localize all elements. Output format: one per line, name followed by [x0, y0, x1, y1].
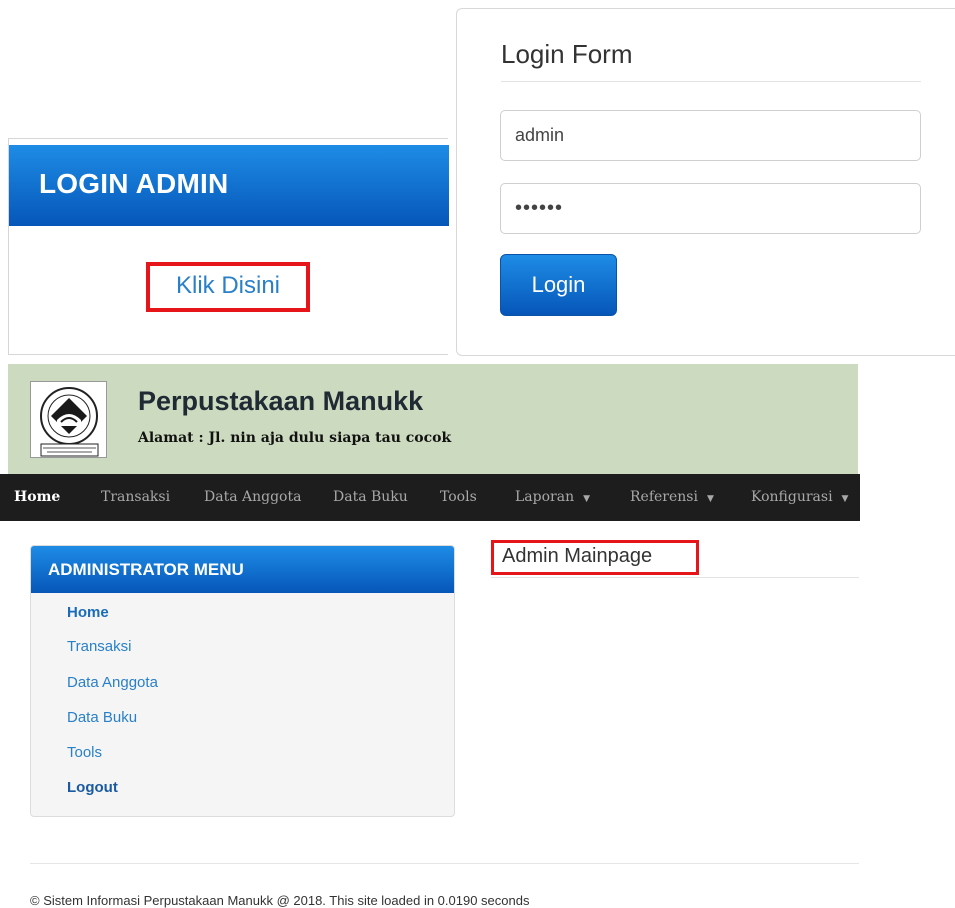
- nav-label: Tools: [440, 489, 477, 505]
- nav-label: Konfigurasi: [751, 489, 833, 505]
- nav-label: Referensi: [630, 489, 698, 505]
- nav-item-home[interactable]: Home: [14, 474, 60, 521]
- menu-item-logout[interactable]: Logout: [67, 779, 118, 796]
- caret-down-icon: ▼: [841, 494, 849, 504]
- nav-item-tools[interactable]: Tools: [440, 474, 477, 521]
- menu-item-data-anggota[interactable]: Data Anggota: [67, 674, 158, 691]
- caret-down-icon: ▼: [583, 494, 591, 504]
- administrator-menu-heading: ADMINISTRATOR MENU: [31, 546, 454, 593]
- password-input[interactable]: [500, 183, 921, 234]
- nav-item-transaksi[interactable]: Transaksi: [101, 474, 170, 521]
- nav-label: Data Anggota: [204, 489, 302, 505]
- nav-label: Data Buku: [333, 489, 408, 505]
- nav-item-laporan[interactable]: Laporan ▼: [515, 474, 590, 521]
- administrator-menu: ADMINISTRATOR MENU Home Transaksi Data A…: [30, 545, 455, 817]
- menu-item-tools[interactable]: Tools: [67, 744, 102, 761]
- nav-label: Transaksi: [101, 489, 171, 505]
- admin-mainpage-highlight: Admin Mainpage: [491, 540, 699, 575]
- school-emblem-icon: [30, 381, 107, 458]
- site-header: Perpustakaan Manukk Alamat : Jl. nin aja…: [8, 364, 858, 474]
- site-title: Perpustakaan Manukk: [138, 386, 424, 416]
- footer-divider: [30, 863, 859, 864]
- divider: [501, 81, 921, 82]
- klik-disini-link[interactable]: Klik Disini: [150, 266, 306, 308]
- login-admin-heading: LOGIN ADMIN: [9, 145, 449, 226]
- menu-item-transaksi[interactable]: Transaksi: [67, 638, 131, 655]
- divider: [491, 577, 859, 578]
- menu-item-home[interactable]: Home: [67, 604, 109, 621]
- nav-item-referensi[interactable]: Referensi ▼: [630, 474, 714, 521]
- login-button[interactable]: Login: [500, 254, 617, 316]
- username-input[interactable]: [500, 110, 921, 161]
- login-form-panel: Login Form Login: [456, 8, 955, 356]
- menu-item-data-buku[interactable]: Data Buku: [67, 709, 137, 726]
- nav-item-data-buku[interactable]: Data Buku: [333, 474, 408, 521]
- login-form-title: Login Form: [501, 39, 633, 69]
- site-address: Alamat : Jl. nin aja dulu siapa tau coco…: [138, 430, 452, 446]
- nav-label: Laporan: [515, 489, 575, 505]
- klik-disini-highlight: Klik Disini: [146, 262, 310, 312]
- main-navbar: Home Transaksi Data Anggota Data Buku To…: [0, 474, 860, 521]
- nav-item-konfigurasi[interactable]: Konfigurasi ▼: [751, 474, 848, 521]
- caret-down-icon: ▼: [706, 494, 714, 504]
- nav-item-data-anggota[interactable]: Data Anggota: [204, 474, 301, 521]
- nav-label: Home: [14, 489, 61, 505]
- login-admin-panel: LOGIN ADMIN Klik Disini: [8, 138, 449, 355]
- page-title: Admin Mainpage: [502, 545, 653, 567]
